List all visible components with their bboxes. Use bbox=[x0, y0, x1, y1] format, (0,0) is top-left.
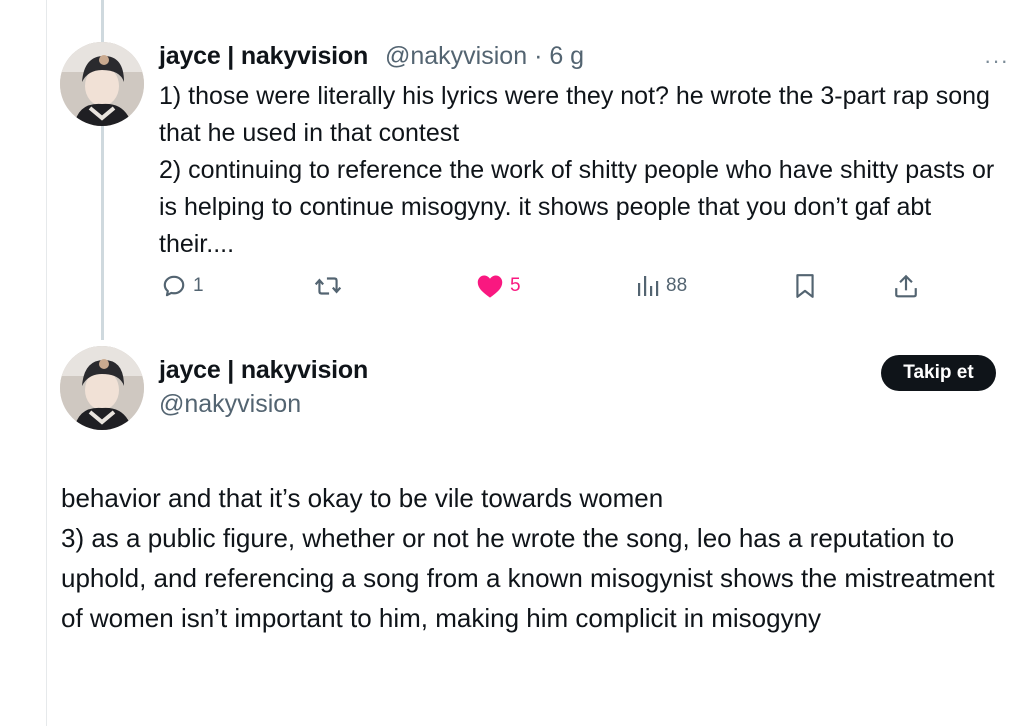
tweet-text: 1) those were literally his lyrics were … bbox=[159, 82, 995, 258]
reply-count: 1 bbox=[193, 275, 204, 296]
avatar[interactable] bbox=[60, 346, 144, 430]
share-icon bbox=[895, 274, 917, 298]
more-icon[interactable]: ··· bbox=[984, 48, 1009, 74]
reply-button[interactable]: 1 bbox=[161, 272, 204, 300]
left-border bbox=[46, 0, 47, 726]
display-name[interactable]: jayce | nakyvision bbox=[159, 42, 368, 71]
share-button[interactable] bbox=[893, 272, 919, 300]
views-count: 88 bbox=[666, 275, 688, 296]
views-button[interactable]: 88 bbox=[636, 272, 687, 300]
display-name[interactable]: jayce | nakyvision bbox=[159, 356, 368, 385]
bookmark-button[interactable] bbox=[794, 272, 816, 300]
retweet-button[interactable] bbox=[313, 272, 349, 300]
handle[interactable]: @nakyvision bbox=[159, 390, 301, 419]
bookmark-icon bbox=[796, 274, 814, 298]
follow-button[interactable]: Takip et bbox=[881, 355, 996, 391]
tweet-text: behavior and that it’s okay to be vile t… bbox=[61, 483, 995, 633]
views-icon bbox=[638, 276, 659, 296]
retweet-icon bbox=[314, 277, 342, 295]
like-count: 5 bbox=[510, 275, 521, 296]
like-icon bbox=[477, 275, 503, 298]
timestamp[interactable]: · 6 g bbox=[534, 42, 584, 70]
avatar[interactable] bbox=[60, 42, 144, 126]
handle[interactable]: @nakyvision bbox=[385, 42, 527, 70]
reply-icon bbox=[163, 275, 185, 297]
like-button[interactable]: 5 bbox=[476, 272, 521, 300]
handle-time[interactable]: @nakyvision · 6 g bbox=[385, 42, 584, 71]
